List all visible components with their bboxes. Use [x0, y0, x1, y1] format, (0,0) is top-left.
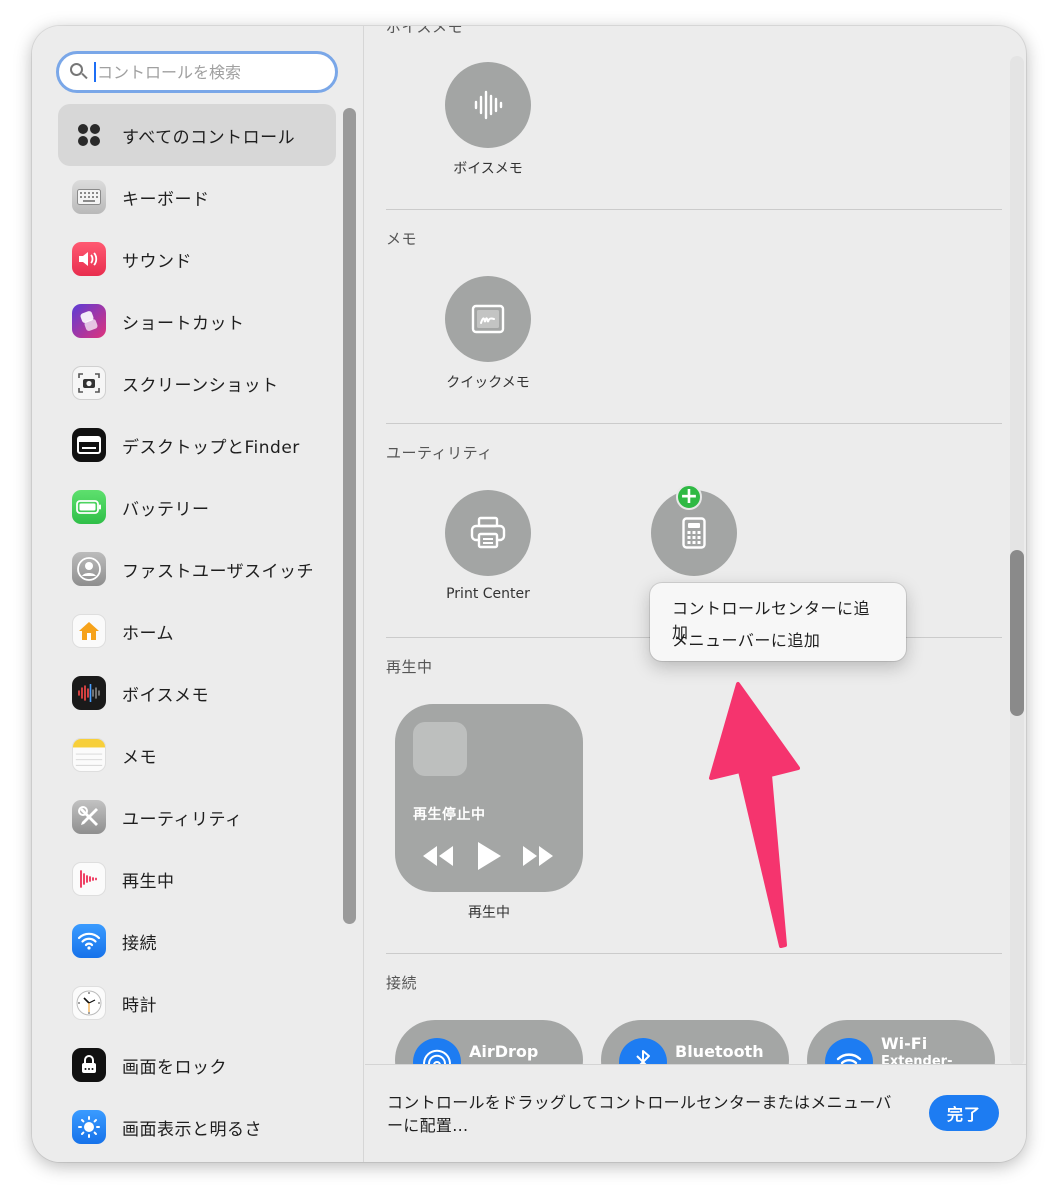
search-input[interactable] — [97, 62, 317, 82]
sidebar-item-clock[interactable]: 時計 — [58, 972, 336, 1034]
menu-item-add-to-control-center[interactable]: コントロールセンターに追加 — [650, 593, 906, 642]
grid-icon — [72, 118, 106, 152]
sidebar-item-now-playing[interactable]: 再生中 — [58, 848, 336, 910]
menu-item-add-to-menu-bar[interactable]: メニューバーに追加 — [650, 625, 906, 657]
sidebar-item-label: メモ — [122, 747, 157, 768]
utilities-icon — [72, 800, 106, 834]
sidebar-item-label: 再生中 — [122, 871, 175, 892]
quick-note-icon — [471, 304, 505, 334]
bluetooth-label: Bluetooth — [675, 1042, 764, 1061]
search-field[interactable] — [56, 51, 338, 93]
shortcuts-icon — [72, 304, 106, 338]
lock-icon — [72, 1048, 106, 1082]
controls-gallery: ボイスメモ ボイスメモ メモ クイックメモ ユーティリティ Print Cent… — [365, 26, 1026, 1162]
sidebar-item-label: 接続 — [122, 933, 157, 954]
sidebar-item-label: ホーム — [122, 623, 174, 644]
section-title-utilities: ユーティリティ — [386, 444, 493, 462]
sidebar-item-label: ユーティリティ — [122, 809, 243, 830]
home-icon — [72, 614, 106, 648]
section-title-notes: メモ — [386, 230, 418, 248]
fast-forward-icon — [523, 846, 553, 866]
voice-memo-control-label: ボイスメモ — [453, 161, 523, 177]
footer-bar: コントロールをドラッグしてコントロールセンターまたはメニューバーに配置... 完… — [365, 1064, 1026, 1162]
notes-icon — [72, 738, 106, 772]
controls-window: すべてのコントロール キーボード サウンド ショート — [32, 26, 1026, 1162]
rewind-icon — [423, 846, 453, 866]
done-button[interactable]: 完了 — [929, 1095, 999, 1131]
sidebar-item-fast-user-switch[interactable]: ファストユーザスイッチ — [58, 538, 336, 600]
sidebar-item-screenshot[interactable]: スクリーンショット — [58, 352, 336, 414]
print-center-control[interactable] — [445, 490, 531, 576]
context-menu: コントロールセンターに追加 メニューバーに追加 — [650, 583, 906, 661]
play-icon — [478, 842, 501, 870]
section-divider — [386, 423, 1002, 424]
battery-icon — [72, 490, 106, 524]
album-art-placeholder — [413, 722, 467, 776]
sidebar-item-label: キーボード — [122, 189, 210, 210]
sidebar-item-home[interactable]: ホーム — [58, 600, 336, 662]
sidebar-item-all-controls[interactable]: すべてのコントロール — [58, 104, 336, 166]
clock-icon — [72, 986, 106, 1020]
camera-icon — [72, 366, 106, 400]
sidebar-item-label: デスクトップとFinder — [122, 437, 300, 458]
section-title-connectivity: 接続 — [386, 974, 418, 992]
sidebar-item-label: ショートカット — [122, 313, 245, 334]
sidebar-item-label: すべてのコントロール — [122, 127, 296, 148]
playback-controls — [423, 842, 553, 870]
section-divider — [386, 209, 1002, 210]
quick-note-control[interactable] — [445, 276, 531, 362]
desktop-icon — [72, 428, 106, 462]
keyboard-icon — [72, 180, 106, 214]
sidebar-item-label: バッテリー — [122, 499, 210, 520]
section-title-now-playing: 再生中 — [386, 658, 433, 676]
wifi-icon — [72, 924, 106, 958]
sidebar-item-shortcuts[interactable]: ショートカット — [58, 290, 336, 352]
wifi-label: Wi-Fi — [881, 1034, 928, 1053]
brightness-icon — [72, 1110, 106, 1144]
sidebar-item-battery[interactable]: バッテリー — [58, 476, 336, 538]
sidebar-item-utilities[interactable]: ユーティリティ — [58, 786, 336, 848]
main-scrollbar-thumb[interactable] — [1010, 550, 1024, 716]
sidebar-item-label: ファストユーザスイッチ — [122, 561, 314, 582]
printer-icon — [470, 516, 506, 549]
user-icon — [72, 552, 106, 586]
instruction-text: コントロールをドラッグしてコントロールセンターまたはメニューバーに配置... — [387, 1093, 892, 1135]
voice-memo-control[interactable] — [445, 62, 531, 148]
print-center-control-label: Print Center — [446, 586, 530, 602]
sidebar-item-connectivity[interactable]: 接続 — [58, 910, 336, 972]
sidebar-item-notes[interactable]: メモ — [58, 724, 336, 786]
text-caret — [94, 62, 96, 82]
sidebar-item-sound[interactable]: サウンド — [58, 228, 336, 290]
search-icon — [69, 62, 89, 82]
sidebar-item-label: スクリーンショット — [122, 375, 279, 396]
add-plus-icon[interactable]: + — [676, 484, 702, 510]
playback-status: 再生停止中 — [413, 807, 486, 823]
sidebar-item-keyboard[interactable]: キーボード — [58, 166, 336, 228]
now-playing-control-label: 再生中 — [468, 905, 510, 921]
speaker-icon — [72, 242, 106, 276]
sidebar-item-label: ボイスメモ — [122, 685, 209, 706]
voice-memo-icon — [72, 676, 106, 710]
sidebar-item-label: 画面表示と明るさ — [122, 1119, 262, 1140]
now-playing-control[interactable]: 再生停止中 — [395, 704, 583, 892]
sidebar-item-voice-memos[interactable]: ボイスメモ — [58, 662, 336, 724]
sidebar-item-label: 画面をロック — [122, 1057, 227, 1078]
section-title-voice-memo: ボイスメモ — [386, 26, 464, 36]
now-playing-icon — [72, 862, 106, 896]
section-divider — [386, 953, 1002, 954]
quick-note-control-label: クイックメモ — [446, 375, 530, 391]
sidebar-item-label: 時計 — [122, 995, 157, 1016]
sidebar: すべてのコントロール キーボード サウンド ショート — [32, 26, 364, 1162]
airdrop-label: AirDrop — [469, 1042, 539, 1061]
sidebar-item-lock-screen[interactable]: 画面をロック — [58, 1034, 336, 1096]
sidebar-item-desktop-finder[interactable]: デスクトップとFinder — [58, 414, 336, 476]
waveform-icon — [474, 90, 503, 120]
sidebar-scrollbar[interactable] — [343, 108, 356, 924]
sidebar-list: すべてのコントロール キーボード サウンド ショートカット スクリーンショット … — [58, 104, 336, 1158]
sidebar-item-display-brightness[interactable]: 画面表示と明るさ — [58, 1096, 336, 1158]
calculator-icon — [682, 517, 706, 549]
sidebar-item-label: サウンド — [122, 251, 192, 272]
